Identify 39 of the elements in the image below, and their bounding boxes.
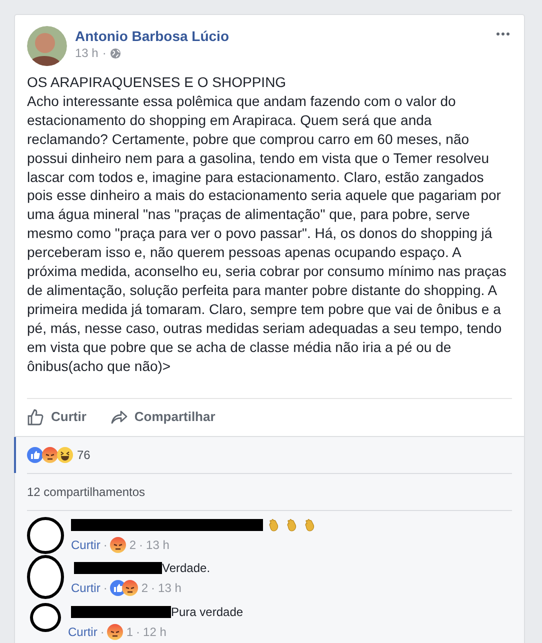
- comment-text: Pura verdade: [171, 604, 244, 620]
- share-button[interactable]: Compartilhar: [110, 407, 220, 427]
- angry-reaction-icon: [110, 537, 126, 553]
- comment-reaction-count[interactable]: 1: [126, 623, 134, 641]
- avatar-circle: [27, 554, 64, 598]
- like-button[interactable]: Curtir: [27, 407, 90, 427]
- separator-dot: ·: [100, 624, 104, 641]
- globe-icon: [110, 48, 122, 58]
- post-text: Acho interessante essa polêmica que andam fazendo com o valor do estacionamento do shopping em Arapiraca. Quem será que anda reclamando? Certamente, pobre que comprou carro em 60 meses, não possui dinheiro nem para a gasolina, tendo em vista que o Temer resolveu lascar com todos e, imagine para estacionamento. Claro, estão zangados pois esse dinheiro a mais do estacionamento seria aquele que pagariam por uma água mineral "nas "praças de alimentação" que, para pobre, serve mesmo como "praça para ver o povo passar". Há, os donos do shopping já perceberam isso e, não querem pessoas apenas ocupando espaço. A próxima medida, aconselho eu, seria cobrar por consumo mínimo nas praças de alimentação, solução perfeita para manter pobre distante do shopping. A primeira medida já tomaram. Claro, sempre tem pobre que vai de ônibus e a pé, más, nesse caso, outras medidas seriam adequadas a seu tempo, tendo em vista que pobre que se acha de classe média não iria a pé ou de ônibus(acho que não)>: [27, 92, 508, 376]
- like-reaction-icon: [27, 446, 43, 462]
- comment-like-link[interactable]: Curtir: [68, 623, 98, 641]
- avatar-circle: [27, 516, 64, 554]
- avatar-circle: [30, 602, 61, 632]
- comment-reaction-count[interactable]: 2: [129, 536, 136, 554]
- author-name-link[interactable]: Antonio Barbosa Lúcio: [75, 27, 229, 45]
- separator-dot: ·: [151, 580, 156, 597]
- angry-reaction-icon: [107, 624, 124, 640]
- share-arrow-icon: [110, 409, 128, 425]
- post-time-link[interactable]: 13 h: [75, 45, 98, 61]
- angry-reaction-icon: [42, 446, 58, 462]
- thumbs-up-icon: [27, 408, 45, 426]
- angry-reaction-icon: [122, 580, 138, 596]
- comment-reaction-count[interactable]: 2: [141, 579, 148, 597]
- comment-time-link[interactable]: 12 h: [143, 623, 166, 641]
- separator-dot: ·: [139, 537, 144, 554]
- comment-like-link[interactable]: Curtir: [71, 579, 100, 597]
- comment-time-link[interactable]: 13 h: [158, 579, 182, 597]
- separator-dot: ·: [103, 580, 108, 597]
- separator-dot: ·: [136, 624, 140, 641]
- post-title: OS ARAPIRAQUENSES E O SHOPPING: [27, 73, 288, 92]
- reaction-count[interactable]: 76: [77, 446, 90, 464]
- shares-count-link[interactable]: 12 compartilhamentos: [27, 484, 146, 498]
- separator-dot: ·: [102, 45, 106, 61]
- laughing-reaction-icon: [57, 446, 73, 462]
- more-options-icon: [496, 32, 510, 36]
- comment-time-link[interactable]: 13 h: [146, 536, 170, 554]
- comment-like-link[interactable]: Curtir: [71, 536, 100, 554]
- separator-dot: ·: [103, 537, 108, 554]
- comment-text: Verdade.: [162, 560, 210, 576]
